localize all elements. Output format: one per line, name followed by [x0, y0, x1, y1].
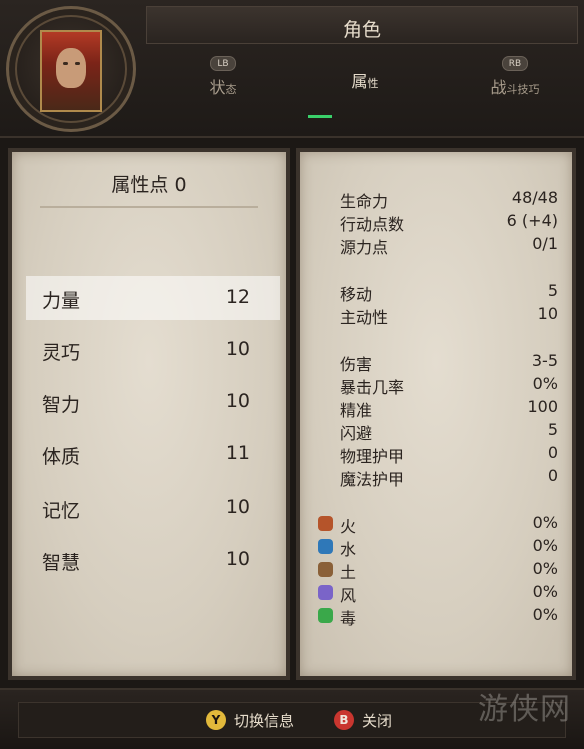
attribute-name: 灵巧 — [42, 342, 81, 364]
attribute-value: 11 — [225, 442, 250, 464]
attribute-value: 12 — [225, 286, 250, 308]
water-icon — [318, 539, 333, 554]
rb-button-icon: RB — [502, 56, 528, 71]
stat-value: 0/1 — [532, 234, 558, 253]
attributes-panel: 属性点 0 力量 12 灵巧 10 智力 10 体质 11 记忆 10 智慧 1… — [8, 148, 290, 680]
tab-combat-skills[interactable]: RB 战斗技巧 — [470, 56, 560, 98]
stat-value: 100 — [527, 397, 558, 416]
attribute-value: 10 — [225, 338, 250, 360]
tab-attributes-label: 属 — [351, 72, 368, 91]
stat-name: 火 — [340, 517, 357, 536]
stat-row: 精准 100 — [340, 397, 558, 420]
attribute-name: 记忆 — [42, 500, 81, 522]
page-title: 角色 — [342, 19, 381, 41]
earth-icon — [318, 562, 333, 577]
character-portrait[interactable] — [40, 30, 102, 112]
stat-name: 水 — [340, 540, 357, 559]
stat-name: 闪避 — [340, 424, 373, 443]
stat-value: 0% — [532, 513, 558, 532]
stat-row: 生命力 48/48 — [340, 188, 558, 211]
close-button[interactable]: 关闭 — [362, 710, 392, 731]
stat-value: 0 — [547, 443, 558, 462]
stat-name: 风 — [340, 586, 357, 605]
attribute-name: 体质 — [42, 446, 81, 468]
divider — [40, 206, 258, 208]
stat-value: 0% — [532, 605, 558, 624]
stat-value: 0% — [532, 536, 558, 555]
portrait-eye-right — [75, 62, 80, 65]
stat-value: 0 — [547, 466, 558, 485]
stat-row: 暴击几率 0% — [340, 374, 558, 397]
stat-name: 伤害 — [340, 355, 373, 374]
attribute-row-dexterity[interactable]: 灵巧 10 — [26, 328, 280, 372]
stat-name: 土 — [340, 563, 357, 582]
stat-name: 生命力 — [340, 192, 389, 211]
active-tab-indicator — [308, 115, 332, 118]
stat-row: 伤害 3-5 — [340, 351, 558, 374]
attribute-name: 力量 — [42, 290, 81, 312]
stat-row: 物理护甲 0 — [340, 443, 558, 466]
stats-panel: 生命力 48/48 行动点数 6 (+4) 源力点 0/1 移动 5 主动性 1… — [296, 148, 576, 680]
stat-name: 物理护甲 — [340, 447, 405, 466]
switch-info-button[interactable]: 切换信息 — [234, 710, 294, 731]
stat-value: 6 (+4) — [506, 211, 558, 230]
fire-icon — [318, 516, 333, 531]
attribute-row-intelligence[interactable]: 智力 10 — [26, 380, 280, 424]
resistance-row-fire: 火 0% — [318, 513, 558, 536]
stat-value: 10 — [537, 304, 558, 323]
attribute-points: 属性点 0 — [111, 174, 187, 196]
stat-name: 毒 — [340, 609, 357, 628]
attribute-value: 10 — [225, 548, 250, 570]
stat-value: 5 — [547, 420, 558, 439]
tab-status-label: 状 — [209, 78, 226, 97]
stat-value: 3-5 — [531, 351, 558, 370]
stat-value: 48/48 — [511, 188, 558, 207]
stat-name: 魔法护甲 — [340, 470, 405, 489]
tab-combat-skills-label: 战 — [490, 78, 507, 97]
b-button-icon[interactable]: B — [334, 710, 354, 730]
stat-name: 移动 — [340, 285, 373, 304]
attribute-row-strength[interactable]: 力量 12 — [26, 276, 280, 320]
lb-button-icon: LB — [210, 56, 236, 71]
stat-value: 0% — [532, 374, 558, 393]
y-button-icon[interactable]: Y — [206, 710, 226, 730]
stat-name: 精准 — [340, 401, 373, 420]
attribute-name: 智慧 — [42, 552, 81, 574]
attribute-name: 智力 — [42, 394, 81, 416]
stat-name: 暴击几率 — [340, 378, 405, 397]
tab-attributes[interactable]: 属性 — [320, 68, 410, 92]
stat-row: 主动性 10 — [340, 304, 558, 327]
character-header: 角色 LB 状态 属性 RB 战斗技巧 — [0, 0, 584, 138]
tab-status-label-small: 态 — [225, 83, 237, 96]
resistance-row-air: 风 0% — [318, 582, 558, 605]
stat-value: 0% — [532, 559, 558, 578]
attribute-row-memory[interactable]: 记忆 10 — [26, 486, 280, 530]
portrait-face — [56, 48, 86, 88]
stat-value: 0% — [532, 582, 558, 601]
stat-row: 行动点数 6 (+4) — [340, 211, 558, 234]
stat-value: 5 — [547, 281, 558, 300]
poison-icon — [318, 608, 333, 623]
portrait-eye-left — [63, 62, 68, 65]
stat-name: 行动点数 — [340, 215, 405, 234]
tab-attributes-label-small: 性 — [367, 77, 379, 90]
attribute-row-wisdom[interactable]: 智慧 10 — [26, 538, 280, 582]
tab-combat-skills-label-small: 斗技巧 — [506, 83, 540, 96]
resistance-row-poison: 毒 0% — [318, 605, 558, 628]
stat-row: 闪避 5 — [340, 420, 558, 443]
tab-status[interactable]: LB 状态 — [178, 56, 268, 98]
stat-row: 魔法护甲 0 — [340, 466, 558, 489]
stat-name: 主动性 — [340, 308, 389, 327]
resistance-row-earth: 土 0% — [318, 559, 558, 582]
stat-name: 源力点 — [340, 238, 389, 257]
attribute-row-constitution[interactable]: 体质 11 — [26, 432, 280, 476]
attribute-value: 10 — [225, 496, 250, 518]
stat-row: 源力点 0/1 — [340, 234, 558, 257]
title-bar: 角色 — [146, 6, 578, 44]
air-icon — [318, 585, 333, 600]
resistance-row-water: 水 0% — [318, 536, 558, 559]
stat-row: 移动 5 — [340, 281, 558, 304]
attribute-value: 10 — [225, 390, 250, 412]
watermark: 游侠网 — [478, 692, 571, 727]
